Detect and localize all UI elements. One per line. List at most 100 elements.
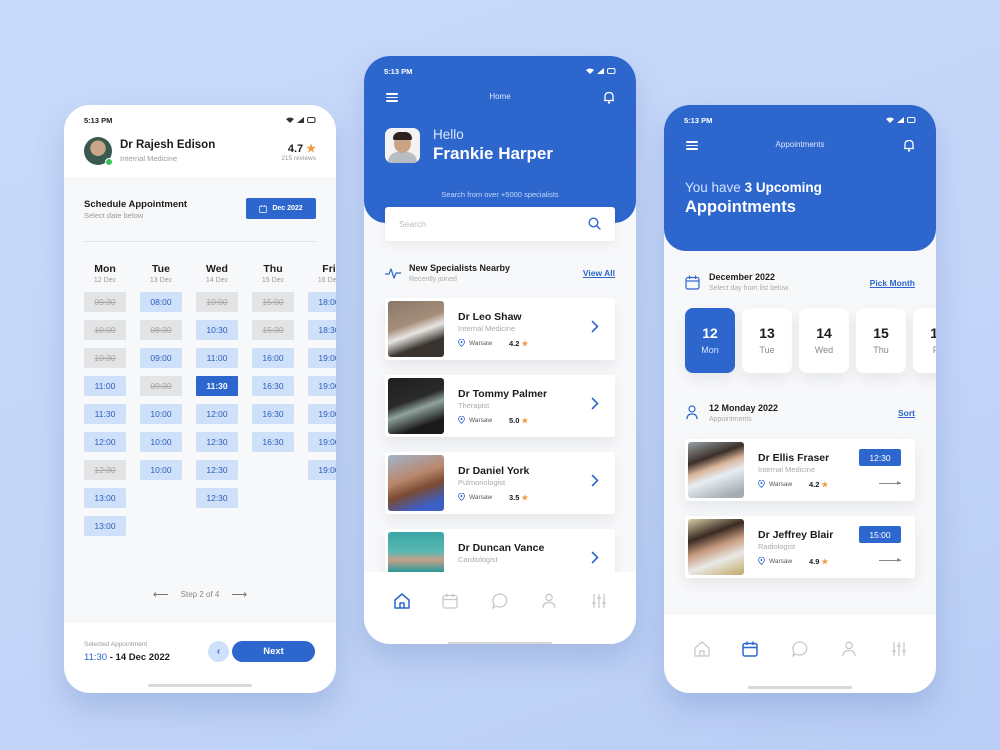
chat-tab-icon[interactable] bbox=[491, 592, 509, 610]
time-slot[interactable]: 16:30 bbox=[252, 376, 294, 396]
sort-link[interactable]: Sort bbox=[898, 408, 915, 418]
chat-tab-icon[interactable] bbox=[791, 640, 809, 658]
calendar-tab-icon[interactable] bbox=[441, 592, 459, 610]
signal-icon bbox=[597, 68, 604, 74]
specialist-card[interactable]: Dr Leo Shaw Internal Medicine Warsaw 4.2… bbox=[385, 298, 615, 360]
appointment-card[interactable]: Dr Ellis Fraser Internal Medicine Warsaw… bbox=[685, 439, 915, 501]
chevron-right-icon[interactable] bbox=[591, 551, 599, 564]
next-button[interactable]: Next bbox=[232, 641, 315, 662]
time-slot[interactable]: 19:00 bbox=[308, 376, 336, 396]
calendar-tab-icon[interactable] bbox=[741, 640, 759, 658]
time-slot[interactable]: 12:30 bbox=[196, 432, 238, 452]
time-slot[interactable]: 10:00 bbox=[140, 460, 182, 480]
status-icons bbox=[586, 68, 616, 74]
doctor-photo bbox=[388, 301, 444, 357]
time-slot[interactable]: 16:30 bbox=[252, 404, 294, 424]
prev-step-arrow-icon[interactable]: ⟵ bbox=[153, 588, 169, 601]
view-all-link[interactable]: View All bbox=[583, 268, 615, 278]
doctor-avatar[interactable] bbox=[84, 137, 113, 166]
arrow-right-icon[interactable] bbox=[879, 558, 901, 562]
date-card[interactable]: 14 Wed bbox=[799, 308, 849, 373]
date-card[interactable]: 12 Mon bbox=[685, 308, 735, 373]
headline-prefix: You have bbox=[685, 180, 745, 195]
rating: 4.9 ★ bbox=[809, 557, 828, 566]
time-slot[interactable]: 19:00 bbox=[308, 432, 336, 452]
date-number: 16 bbox=[930, 325, 936, 341]
time-slot[interactable]: 10:00 bbox=[140, 404, 182, 424]
time-slot[interactable]: 16:30 bbox=[252, 432, 294, 452]
time-slots: 15:00 15:30 16:00 16:30 16:30 16:30 bbox=[252, 292, 294, 452]
profile-tab-icon[interactable] bbox=[540, 592, 558, 610]
home-indicator bbox=[448, 642, 552, 644]
search-icon[interactable] bbox=[588, 217, 601, 230]
time-slot[interactable]: 18:30 bbox=[308, 320, 336, 340]
bell-icon[interactable] bbox=[603, 91, 615, 104]
time-slot[interactable]: 12:00 bbox=[196, 404, 238, 424]
appointment-card[interactable]: Dr Jeffrey Blair Radiologist Warsaw 4.9 ★… bbox=[685, 516, 915, 578]
bell-icon[interactable] bbox=[903, 139, 915, 152]
home-tab-icon[interactable] bbox=[693, 640, 711, 658]
time-slot[interactable]: 16:00 bbox=[252, 348, 294, 368]
rating: 4.2 ★ bbox=[809, 480, 828, 489]
chevron-right-icon[interactable] bbox=[591, 320, 599, 333]
screen-title: Appointments bbox=[775, 140, 825, 149]
month-picker-button[interactable]: Dec 2022 bbox=[246, 198, 316, 219]
settings-tab-icon[interactable] bbox=[590, 592, 608, 610]
arrow-right-icon[interactable] bbox=[879, 481, 901, 485]
time-slot[interactable]: 10:00 bbox=[140, 432, 182, 452]
specialist-card[interactable]: Dr Tommy Palmer Therapist Warsaw 5.0 ★ bbox=[385, 375, 615, 437]
day-column-tue: Tue 13 Dec 08:00 08:30 09:00 09:30 10:00 10:0… bbox=[140, 263, 182, 480]
time-slot[interactable]: 13:00 bbox=[84, 516, 126, 536]
time-slot[interactable]: 18:00 bbox=[308, 292, 336, 312]
date-card[interactable]: 16 Fri bbox=[913, 308, 936, 373]
doctor-photo bbox=[388, 455, 444, 511]
next-step-arrow-icon[interactable]: ⟶ bbox=[231, 588, 247, 601]
wifi-icon bbox=[586, 68, 594, 74]
pick-month-link[interactable]: Pick Month bbox=[870, 278, 915, 288]
location-pin-icon bbox=[458, 339, 465, 347]
chevron-right-icon[interactable] bbox=[591, 474, 599, 487]
signal-icon bbox=[897, 117, 904, 123]
status-time: 5:13 PM bbox=[384, 66, 413, 76]
star-icon: ★ bbox=[521, 493, 529, 502]
profile-tab-icon[interactable] bbox=[840, 640, 858, 658]
day-column-thu: Thu 15 Dec 15:00 15:30 16:00 16:30 16:30 16:3… bbox=[252, 263, 294, 452]
location-name: Warsaw bbox=[469, 416, 493, 424]
location: Warsaw bbox=[458, 416, 492, 424]
divider bbox=[84, 241, 316, 242]
time-slot[interactable]: 09:00 bbox=[140, 348, 182, 368]
settings-tab-icon[interactable] bbox=[890, 640, 908, 658]
time-slot[interactable]: 19:00 bbox=[308, 348, 336, 368]
day-date: 12 Dec bbox=[93, 277, 117, 284]
separator: - bbox=[107, 652, 116, 663]
time-slot-selected[interactable]: 11:30 bbox=[196, 376, 238, 396]
bottom-nav bbox=[364, 572, 636, 644]
time-slot[interactable]: 11:30 bbox=[84, 404, 126, 424]
chevron-right-icon[interactable] bbox=[591, 397, 599, 410]
time-slot[interactable]: 08:00 bbox=[140, 292, 182, 312]
search-input[interactable] bbox=[385, 207, 615, 241]
rating-value: 4.7 bbox=[287, 143, 304, 155]
date-card[interactable]: 15 Thu bbox=[856, 308, 906, 373]
time-slot[interactable]: 13:00 bbox=[84, 488, 126, 508]
time-slot[interactable]: 19:00 bbox=[308, 404, 336, 424]
user-avatar[interactable] bbox=[385, 128, 420, 163]
time-slot[interactable]: 12:30 bbox=[196, 460, 238, 480]
status-icons bbox=[286, 117, 316, 123]
time-slot[interactable]: 10:30 bbox=[196, 320, 238, 340]
time-slot[interactable]: 19:00 bbox=[308, 460, 336, 480]
time-slot-unavailable: 10:00 bbox=[84, 320, 126, 340]
time-slot[interactable]: 12:30 bbox=[196, 488, 238, 508]
time-slot[interactable]: 12:00 bbox=[84, 432, 126, 452]
back-button[interactable]: ‹ bbox=[208, 641, 229, 662]
date-card[interactable]: 13 Tue bbox=[742, 308, 792, 373]
home-tab-icon[interactable] bbox=[393, 592, 411, 610]
doctor-specialty: Internal Medicine bbox=[758, 465, 816, 474]
time-slot-unavailable: 09:30 bbox=[84, 292, 126, 312]
specialist-card[interactable]: Dr Daniel York Pulmonologist Warsaw 3.5 ★ bbox=[385, 452, 615, 514]
star-icon: ★ bbox=[521, 339, 529, 348]
time-slot[interactable]: 11:00 bbox=[196, 348, 238, 368]
time-slot[interactable]: 11:00 bbox=[84, 376, 126, 396]
date-weekday: Wed bbox=[814, 345, 834, 355]
day-column-wed: Wed 14 Dec 10:00 10:30 11:00 11:30 12:00 12:3… bbox=[196, 263, 238, 508]
